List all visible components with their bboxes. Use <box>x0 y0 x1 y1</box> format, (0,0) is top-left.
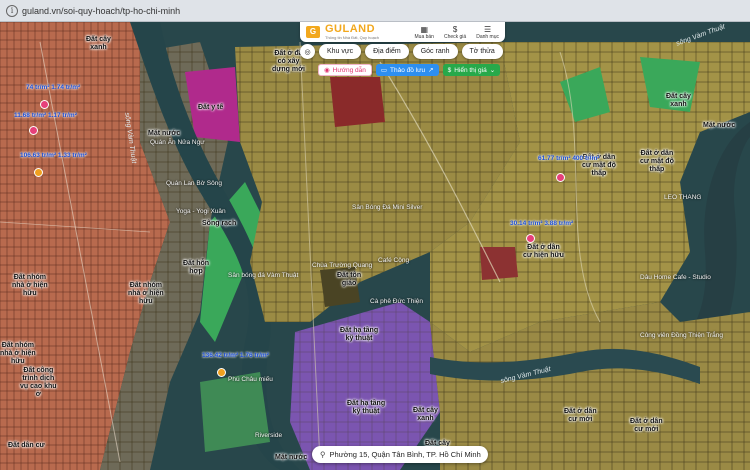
header-bar: G GULAND Thông tin Nhà Đất, Quy hoạch ▦ … <box>300 22 505 42</box>
target-icon: ◎ <box>304 48 311 56</box>
zone-label: Sông rạch <box>202 220 237 227</box>
dollar-icon: $ <box>447 66 452 74</box>
price-label: 74 tr/m² 1.74 tr/m² <box>26 84 81 91</box>
layers-icon: ▭ <box>380 67 388 74</box>
price-label: 61.77 tr/m² 400 tr/m² <box>538 155 600 162</box>
external-link-icon: ↗ <box>428 67 434 74</box>
guland-logo-icon[interactable]: G <box>306 26 320 38</box>
play-icon: ◉ <box>324 67 330 74</box>
price-pin[interactable] <box>40 100 49 109</box>
zone-mixed-small[interactable] <box>480 247 518 280</box>
price-label: 30.14 tr/m² 3.88 tr/m² <box>510 220 574 227</box>
place-name[interactable]: Công viên Đồng Thiện Trắng <box>640 332 723 339</box>
price-pin[interactable] <box>34 168 43 177</box>
place-name[interactable]: Cà phê Đức Thiện <box>370 298 423 305</box>
place-name[interactable]: Phú Châu miếu <box>228 376 273 383</box>
buy-sell-button[interactable]: ▦ Mua bán <box>415 25 434 40</box>
search-toolbar: ◎ Khu vực Địa điểm Góc ranh Tờ thửa <box>300 44 503 59</box>
price-pin[interactable] <box>526 234 535 243</box>
zone-label: Đất nhóm nhà ở hiện hữu <box>128 282 164 305</box>
price-pin[interactable] <box>556 173 565 182</box>
zone-label: Đất ở dân cư mật độ thấp <box>640 150 674 173</box>
dollar-icon: $ <box>452 24 458 34</box>
place-name[interactable]: Chùa Trường Quang <box>312 262 372 269</box>
menu-button[interactable]: ☰ Danh mục <box>476 25 499 40</box>
location-pin-icon: ⚲ <box>320 450 326 459</box>
price-pin[interactable] <box>29 126 38 135</box>
price-label: 136.42 tr/m² 1.76 tr/m² <box>202 352 269 359</box>
zone-label: Mặt nước <box>275 454 308 461</box>
place-name[interactable]: Quán Lan Bờ Sông <box>166 180 222 187</box>
zone-label: Đất dân cư <box>8 442 45 449</box>
zone-label: Đất y tế <box>198 104 224 111</box>
zone-green-bottom-left[interactable] <box>200 372 270 452</box>
guland-logo[interactable]: GULAND Thông tin Nhà Đất, Quy hoạch <box>325 24 379 41</box>
url-text[interactable]: guland.vn/soi-quy-hoach/tp-ho-chi-minh <box>22 6 180 16</box>
zoning-map[interactable]: Đất ở đã có xây dựng mới Đất y tế Mặt nư… <box>0 22 750 470</box>
place-name[interactable]: Sân Bóng Đá Mini Silver <box>352 204 422 211</box>
tab-khu-vuc[interactable]: Khu vực <box>319 44 362 59</box>
zone-label: Đất công trình dịch vụ cao khu ở <box>20 367 57 398</box>
zone-label: Mặt nước <box>148 130 181 137</box>
place-name[interactable]: Riverside <box>255 432 282 439</box>
place-name[interactable]: Café Cộng <box>378 257 409 264</box>
browser-address-bar[interactable]: i guland.vn/soi-quy-hoach/tp-ho-chi-minh <box>0 0 750 22</box>
zone-label: Đất hạ tầng kỹ thuật <box>340 327 379 342</box>
current-address[interactable]: ⚲ Phường 15, Quận Tân Bình, TP. Hồ Chí M… <box>312 446 488 463</box>
action-chips: ◉ Hướng dẫn ▭ Thảo đồ lưu ↗ $ Hiển thị g… <box>318 64 501 76</box>
zone-label: Đất nhóm nhà ở hiện hữu <box>0 342 36 365</box>
place-name[interactable]: Quán Ăn Nửa Ngư <box>150 139 205 146</box>
place-name[interactable]: Sân bóng đá Vàm Thuật <box>228 272 298 279</box>
show-price-toggle[interactable]: $ Hiển thị giá ⌄ <box>442 64 501 76</box>
zone-label: Đất ở dân cư mới <box>564 408 597 423</box>
zone-label: Đất hạ tầng kỹ thuật <box>347 400 386 415</box>
locate-button[interactable]: ◎ <box>300 44 315 59</box>
zone-label: Đất ở dân cư mới <box>630 418 663 433</box>
guide-button[interactable]: ◉ Hướng dẫn <box>318 64 372 76</box>
building-icon: ▦ <box>420 24 429 34</box>
place-name[interactable]: LEO THANG <box>664 194 701 201</box>
zone-label: Đất nhóm nhà ở hiện hữu <box>12 274 48 297</box>
price-label: 106.63 tr/m² 1.33 tr/m² <box>20 152 87 159</box>
zone-label: Đất tôn giáo <box>337 272 362 287</box>
zone-label: Đất cây xanh <box>413 407 438 422</box>
saved-maps-button[interactable]: ▭ Thảo đồ lưu ↗ <box>375 64 439 76</box>
zone-label: Đất ở dân cư hiện hữu <box>523 244 564 259</box>
menu-icon: ☰ <box>484 24 492 34</box>
place-name[interactable]: Dâu Home Cafe - Studio <box>640 274 711 281</box>
zone-label: Mặt nước <box>703 122 736 129</box>
tab-dia-diem[interactable]: Địa điểm <box>365 44 409 59</box>
tab-to-thua[interactable]: Tờ thửa <box>461 44 503 59</box>
check-price-button[interactable]: $ Check giá <box>444 25 466 40</box>
info-icon[interactable]: i <box>6 4 18 17</box>
tab-goc-ranh[interactable]: Góc ranh <box>412 44 458 59</box>
zone-label: Đất cây xanh <box>666 93 691 108</box>
zone-label: Đất hỗn hợp <box>183 260 210 275</box>
chevron-down-icon: ⌄ <box>489 67 496 74</box>
zone-label: Đất cây xanh <box>86 36 111 51</box>
place-name[interactable]: Yoga - Yogi Xuân <box>176 208 226 215</box>
zone-mixed-red[interactable] <box>330 77 385 127</box>
price-label: 11.68 tr/m² 1.17 tr/m² <box>14 112 77 119</box>
price-pin[interactable] <box>217 368 226 377</box>
